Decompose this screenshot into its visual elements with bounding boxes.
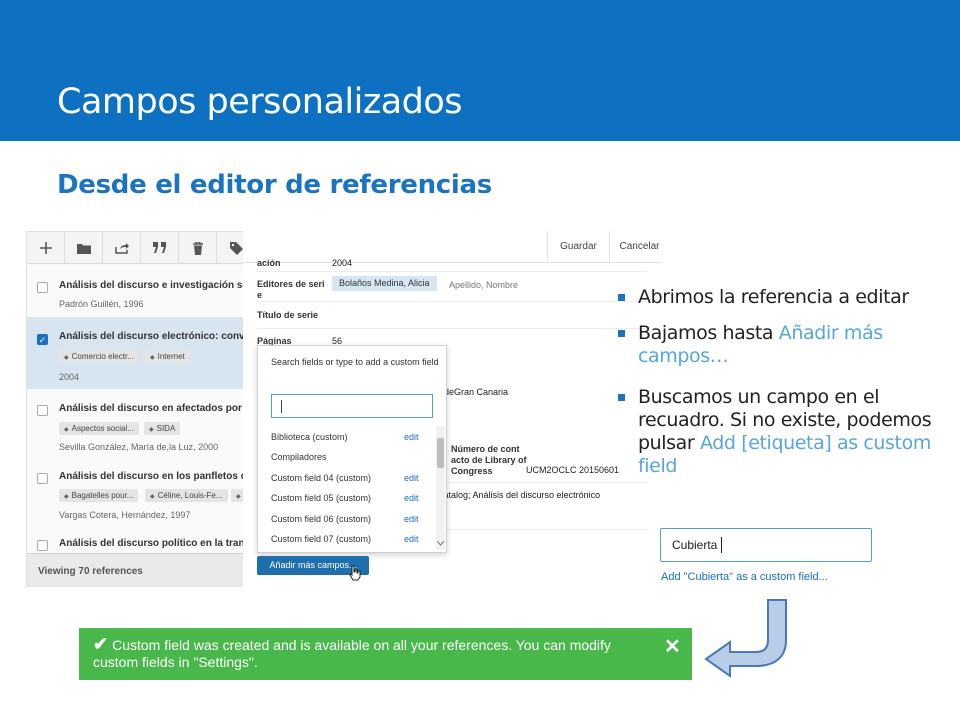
- field-label-lc-number: Número de cont acto de Library of Congre…: [451, 444, 527, 476]
- dropdown-option[interactable]: Custom field 06 (custom): [271, 514, 371, 524]
- bullet-marker: [618, 294, 625, 301]
- reference-list: Análisis del discurso e investigación so…: [27, 265, 244, 553]
- field-value-partial[interactable]: s deGran Canaria: [437, 387, 508, 397]
- item-authors: Sevilla González, María de,la Luz, 2000: [59, 442, 219, 452]
- item-checkbox[interactable]: [37, 473, 48, 484]
- scrollbar-thumb[interactable]: [437, 438, 444, 468]
- item-tag[interactable]: Céline, Louis-Fe...: [145, 489, 228, 502]
- list-item-selected[interactable]: ✓ Análisis del discurso electrónico: con…: [27, 317, 244, 389]
- field-search-input[interactable]: [271, 394, 433, 418]
- field-label-series-editors: Editores de seri e: [257, 279, 325, 300]
- bullet-text: Abrimos la referencia a editar: [638, 286, 909, 308]
- plus-icon[interactable]: [27, 232, 65, 264]
- dropdown-option[interactable]: Custom field 05 (custom): [271, 493, 371, 503]
- custom-field-value: Cubierta: [672, 538, 718, 552]
- item-tag[interactable]: Internet: [145, 350, 190, 363]
- edit-link[interactable]: edit: [404, 534, 419, 544]
- list-toolbar: [27, 232, 243, 264]
- bullet-marker: [618, 394, 625, 401]
- list-item[interactable]: Análisis del discurso en afectados por V…: [27, 389, 244, 457]
- text-caret: [721, 537, 722, 553]
- divider: [437, 529, 647, 530]
- curved-arrow-icon: [704, 599, 787, 678]
- divider: [257, 271, 647, 272]
- item-title: Análisis del discurso político en la tra…: [59, 538, 244, 549]
- dropdown-option[interactable]: Compiladores: [271, 452, 327, 462]
- field-value-year[interactable]: 2004: [332, 258, 352, 268]
- item-checkbox[interactable]: [37, 282, 48, 293]
- hand-cursor-icon: [349, 565, 361, 581]
- share-icon[interactable]: [103, 232, 141, 264]
- dropdown-heading: Search fields or type to add a custom fi…: [271, 357, 439, 367]
- editor-chip[interactable]: Bolaños Medina, Alicia: [332, 276, 437, 291]
- item-authors: Padrón Guillén, 1996: [59, 299, 144, 309]
- quote-icon[interactable]: [141, 232, 179, 264]
- field-label-series-title: Título de serie: [257, 310, 319, 320]
- notice-message: ✔ Custom field was created and is availab…: [93, 634, 611, 670]
- item-title: Análisis del discurso e investigación so…: [59, 280, 244, 291]
- folder-icon[interactable]: [65, 232, 103, 264]
- list-footer: Viewing 70 references: [27, 553, 243, 586]
- add-custom-field-link[interactable]: Add "Cubierta" as a custom field...: [661, 571, 828, 583]
- bullet-marker: [618, 330, 625, 337]
- dropdown-option[interactable]: Custom field 07 (custom): [271, 534, 371, 544]
- slide-title: Campos personalizados: [57, 82, 463, 122]
- custom-field-input[interactable]: Cubierta: [660, 528, 872, 562]
- save-button[interactable]: Guardar: [547, 231, 609, 263]
- item-title: Análisis del discurso electrónico: conve…: [59, 331, 244, 342]
- item-year: 2004: [59, 372, 80, 382]
- field-label-year: ación: [257, 258, 281, 268]
- checkmark-icon: ✔: [93, 634, 109, 654]
- edit-link[interactable]: edit: [404, 493, 419, 503]
- divider: [257, 301, 647, 302]
- item-tag[interactable]: Aspectos social...: [59, 422, 139, 435]
- editor-name-hint[interactable]: Apellido, Nombre: [449, 280, 518, 290]
- divider: [437, 482, 647, 483]
- chevron-down-icon[interactable]: [437, 541, 444, 546]
- reference-count: Viewing 70 references: [38, 566, 143, 577]
- item-checkbox-checked[interactable]: ✓: [37, 334, 48, 345]
- trash-icon[interactable]: [179, 232, 217, 264]
- divider: [257, 328, 647, 329]
- list-item[interactable]: Análisis del discurso e investigación so…: [27, 265, 244, 317]
- item-tag[interactable]: Comercio electr...: [59, 350, 139, 363]
- dropdown-scrollbar[interactable]: [436, 426, 445, 550]
- tag-icon[interactable]: [217, 232, 243, 264]
- list-item[interactable]: Análisis del discurso en los panfletos d…: [27, 457, 244, 525]
- editor-toolbar: Guardar Cancelar: [243, 231, 662, 263]
- edit-link[interactable]: edit: [404, 473, 419, 483]
- field-search-dropdown: Search fields or type to add a custom fi…: [257, 345, 447, 553]
- item-checkbox[interactable]: [37, 540, 48, 551]
- bullet-text: Bajamos hasta Añadir más campos…: [638, 322, 883, 367]
- field-value-catalog[interactable]: Catalog; Análisis del discurso electróni…: [437, 490, 600, 500]
- reference-editor-panel: Guardar Cancelar ación 2004 Editores de …: [243, 231, 662, 587]
- dropdown-option[interactable]: Custom field 04 (custom): [271, 473, 371, 483]
- item-title: Análisis del discurso en los panfletos d…: [59, 471, 244, 482]
- text-caret: [281, 400, 282, 413]
- slide-subtitle: Desde el editor de referencias: [57, 170, 492, 200]
- references-list-panel: Análisis del discurso e investigación so…: [26, 231, 244, 587]
- field-value-lc-number[interactable]: UCM2OCLC 20150601: [526, 465, 619, 475]
- cancel-button[interactable]: Cancelar: [609, 231, 662, 263]
- edit-link[interactable]: edit: [404, 514, 419, 524]
- bullet-text: Buscamos un campo en el recuadro. Si no …: [638, 386, 932, 477]
- title-banner: Campos personalizados: [0, 0, 960, 141]
- dropdown-option[interactable]: Biblioteca (custom): [271, 432, 348, 442]
- slide: Campos personalizados Desde el editor de…: [0, 0, 960, 720]
- list-item[interactable]: Análisis del discurso político en la tra…: [27, 525, 244, 553]
- success-notice: ✔ Custom field was created and is availab…: [79, 628, 692, 680]
- item-tag[interactable]: SIDA: [144, 422, 181, 435]
- item-tag[interactable]: Bagatelles pour...: [59, 489, 139, 502]
- item-title: Análisis del discurso en afectados por V: [59, 403, 244, 414]
- edit-link[interactable]: edit: [404, 432, 419, 442]
- item-authors: Vargas Cotera, Hernández, 1997: [59, 510, 191, 520]
- close-icon[interactable]: ✕: [664, 634, 681, 659]
- item-checkbox[interactable]: [37, 405, 48, 416]
